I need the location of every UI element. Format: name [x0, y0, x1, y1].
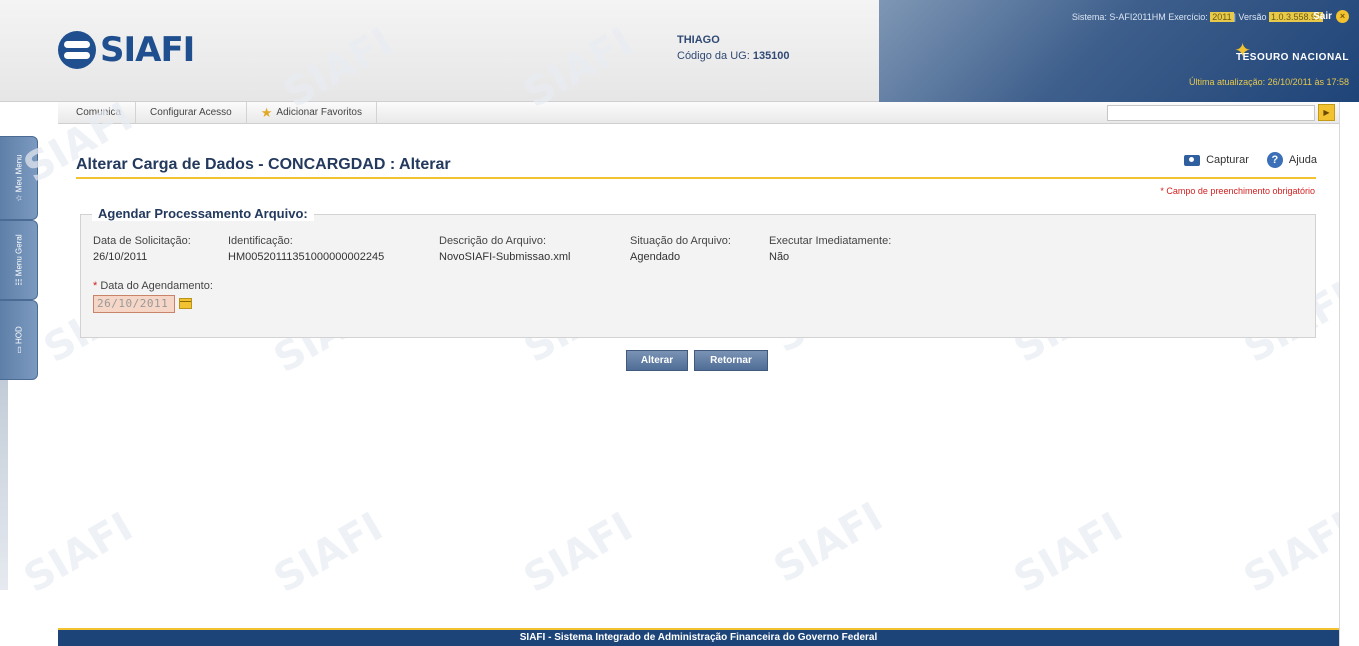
search-go-button[interactable]: ▶ [1318, 104, 1335, 121]
menu-item-label: Adicionar Favoritos [276, 106, 362, 118]
star-icon: ★ [260, 104, 273, 120]
field-label: Identificação: [228, 235, 293, 247]
menu-bar: Comunica Configurar Acesso ★ Adicionar Fa… [58, 101, 1339, 124]
field-value: 26/10/2011 [93, 251, 148, 263]
ug-label: Código da UG: [677, 50, 750, 62]
menu-search-input[interactable] [1107, 105, 1315, 121]
alterar-button[interactable]: Alterar [626, 350, 688, 371]
camera-icon [1184, 154, 1201, 166]
right-frame-edge [1339, 102, 1359, 646]
app-header: SIAFI THIAGO Código da UG: 135100 Sistem… [0, 0, 1359, 102]
page-tools: Capturar ? Ajuda [1184, 152, 1317, 168]
page-title: Alterar Carga de Dados - CONCARGDAD : Al… [76, 156, 451, 173]
menu-item-configurar-acesso[interactable]: Configurar Acesso [136, 101, 247, 124]
schedule-date-input[interactable]: 26/10/2011 [93, 295, 175, 313]
system-status: Sistema: S-AFI2011HM Exercício: 2011 | Ve… [1072, 12, 1323, 22]
menu-item-adicionar-favoritos[interactable]: ★ Adicionar Favoritos [247, 101, 377, 124]
sidebar-tab-label: ☷ Menu Geral [14, 234, 23, 286]
field-descricao-arquivo: Descrição do Arquivo: NovoSIAFI-Submissa… [439, 233, 570, 265]
field-label: Data de Solicitação: [93, 235, 191, 247]
menu-item-label: Configurar Acesso [150, 106, 232, 118]
field-value: Não [769, 251, 790, 263]
watermark: SIAFI [766, 493, 891, 593]
logo-text: SIAFI [100, 30, 195, 70]
sidebar-tab-label: ▭ HOD [14, 326, 23, 354]
siafi-logo: SIAFI [58, 30, 195, 70]
field-label: Executar Imediatamente: [769, 235, 892, 247]
tesouro-nacional-logo: TESOURO NACIONAL [1236, 52, 1349, 63]
retornar-button[interactable]: Retornar [694, 350, 768, 371]
field-identificacao: Identificação: HM00520111351000000002245 [228, 233, 384, 265]
user-name: THIAGO [677, 34, 720, 46]
field-executar-imediatamente: Executar Imediatamente: Não [769, 233, 891, 265]
field-data-solicitacao: Data de Solicitação: 26/10/2011 [93, 233, 191, 265]
capture-label: Capturar [1206, 154, 1249, 166]
system-status-prefix: Sistema: S-AFI2011HM Exercício: [1071, 12, 1211, 22]
sidebar-tab-label: ☆ Meu Menu [14, 154, 23, 202]
calendar-icon[interactable] [179, 298, 192, 309]
help-button[interactable]: ? Ajuda [1266, 152, 1317, 168]
help-icon: ? [1266, 152, 1283, 168]
field-situacao-arquivo: Situação do Arquivo: Agendado [630, 233, 731, 265]
watermark: SIAFI [1006, 503, 1131, 603]
user-info: THIAGO Código da UG: 135100 [677, 32, 790, 64]
menu-item-label: Comunica [76, 106, 122, 118]
sidebar-tab-menu-geral[interactable]: ☷ Menu Geral [0, 220, 38, 300]
menu-item-comunica[interactable]: Comunica [58, 101, 137, 124]
field-label: Descrição do Arquivo: [439, 235, 546, 247]
capture-button[interactable]: Capturar [1184, 152, 1249, 168]
fieldset-legend: Agendar Processamento Arquivo: [92, 206, 314, 221]
schedule-date-label: * Data do Agendamento: [93, 278, 213, 294]
exercicio-value: 2011 [1210, 12, 1234, 22]
sidebar-strip [0, 380, 8, 590]
siafi-logo-icon [58, 31, 96, 69]
field-value: HM00520111351000000002245 [228, 251, 385, 263]
field-label: Data do Agendamento: [100, 280, 213, 292]
help-label: Ajuda [1288, 154, 1317, 166]
watermark: SIAFI [516, 503, 641, 603]
sair-label: Sair [1313, 11, 1332, 22]
footer: SIAFI - Sistema Integrado de Administraç… [58, 630, 1339, 646]
field-value: NovoSIAFI-Submissao.xml [439, 251, 571, 263]
sair-button[interactable]: Sair × [1313, 10, 1349, 23]
ug-info: Código da UG: 135100 [677, 48, 790, 64]
sidebar-tab-meu-menu[interactable]: ☆ Meu Menu [0, 136, 38, 220]
last-update: Última atualização: 26/10/2011 às 17:58 [1189, 77, 1349, 87]
watermark: SIAFI [266, 503, 391, 603]
required-note: * Campo de preenchimento obrigatório [1160, 186, 1315, 196]
field-value: Agendado [630, 251, 681, 263]
ug-value: 135100 [752, 50, 790, 62]
title-divider [76, 177, 1316, 179]
close-icon: × [1336, 10, 1349, 23]
watermark: SIAFI [16, 503, 141, 603]
sidebar-tab-hod[interactable]: ▭ HOD [0, 300, 38, 380]
versao-label: | Versão [1233, 12, 1269, 22]
required-mark: * [93, 280, 98, 292]
field-label: Situação do Arquivo: [630, 235, 731, 247]
